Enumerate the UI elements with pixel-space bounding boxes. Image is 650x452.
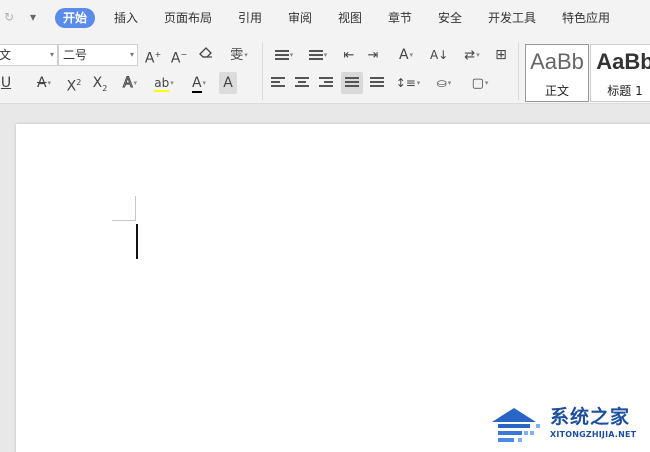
align-center-button[interactable] [294,72,310,94]
bullet-list-icon [274,49,289,61]
sort-button[interactable]: A↓ [430,44,448,66]
line-spacing-icon: ↕≡ [395,76,416,90]
superscript-button[interactable]: X2 [64,72,84,95]
style-label: 标题 1 [607,84,643,98]
tab-review[interactable]: 审阅 [288,8,312,28]
align-left-button[interactable] [270,72,286,94]
watermark: 系统之家 XITONGZHIJIA.NET [488,402,648,446]
paragraph-shading-button[interactable]: ⛀▾ [430,72,458,94]
align-center-icon [295,77,309,89]
chevron-down-icon: ▾ [416,79,421,87]
watermark-title: 系统之家 [550,406,631,428]
text-effect-icon: A [122,75,133,92]
chevron-down-icon: ▾ [49,50,54,59]
redo-icon[interactable]: ↻ [4,10,14,24]
highlighter-icon: ab [154,76,170,92]
underline-button[interactable]: U [0,72,12,94]
subscript-button[interactable]: X2 [90,72,110,94]
style-heading-1[interactable]: AaBb 标题 1 [590,44,650,102]
phonetic-guide-button[interactable]: 雯▾ [224,44,254,66]
chevron-down-icon: ▾ [476,51,480,59]
style-preview: AaBb [596,49,650,74]
chevron-down-icon: ▾ [202,79,207,87]
paint-bucket-icon: ⛀ [436,76,447,90]
text-effect-button[interactable]: A▾ [116,72,144,94]
tab-references[interactable]: 引用 [238,8,262,28]
margin-marker [135,196,136,221]
watermark-url: XITONGZHIJIA.NET [550,430,637,439]
numbered-list-icon [308,49,323,61]
separator [518,42,519,100]
style-normal[interactable]: AaBb 正文 [525,44,589,102]
document-area [0,104,650,452]
line-spacing-button[interactable]: ↕≡▾ [394,72,422,94]
outdent-icon: ⇤ [343,48,355,63]
line-break-button[interactable]: ⇄▾ [458,44,486,66]
chevron-down-icon: ▾ [244,51,248,59]
tab-insert[interactable]: 插入 [114,8,138,28]
phonetic-guide-icon: 雯 [230,48,244,63]
chevron-down-icon: ▾ [289,51,294,59]
distributed-align-icon [370,77,384,89]
clear-format-button[interactable] [196,44,216,66]
chevron-down-icon: ▾ [47,79,52,87]
chevron-down-icon: ▾ [133,79,138,87]
tab-special-apps[interactable]: 特色应用 [562,8,610,28]
tab-page-layout[interactable]: 页面布局 [164,8,212,28]
chevron-down-icon: ▾ [484,79,489,87]
font-name-select[interactable]: 文 ▾ [0,44,58,66]
align-left-icon [271,77,285,89]
chevron-down-icon: ▾ [409,51,414,59]
text-cursor [136,224,138,259]
font-size-select[interactable]: 二号 ▾ [58,44,138,66]
tab-chapter[interactable]: 章节 [388,8,412,28]
chevron-down-icon: ▾ [170,79,174,87]
justify-button[interactable] [341,72,363,94]
tab-security[interactable]: 安全 [438,8,462,28]
quick-access-dropdown-icon[interactable]: ▾ [30,10,36,24]
align-right-button[interactable] [318,72,334,94]
menu-bar: ↻ ▾ 开始 插入 页面布局 引用 审阅 视图 章节 安全 开发工具 特色应用 [0,0,650,36]
font-size-value: 二号 [63,48,88,62]
numbered-list-button[interactable]: ▾ [304,44,332,66]
style-label: 正文 [544,84,569,98]
font-name-value: 文 [0,48,12,62]
separator [262,42,263,100]
margin-marker [112,220,136,221]
font-color-icon: A [191,75,202,93]
chevron-down-icon: ▾ [323,51,328,59]
indent-icon: ⇥ [367,48,379,63]
chevron-down-icon: ▾ [129,50,134,59]
distributed-align-button[interactable] [368,72,386,94]
table-border-button[interactable]: ⊞ [492,44,510,66]
ribbon-toolbar: 文 ▾ 二号 ▾ A+ A− 雯▾ U A▾ X2 X2 A▾ ab▾ A▾ A… [0,36,650,137]
strikethrough-icon: A [36,75,47,91]
font-color-button[interactable]: A▾ [186,72,212,94]
decrease-indent-button[interactable]: ⇤ [340,44,358,66]
table-icon: ⊞ [495,47,507,63]
increase-font-size-button[interactable]: A+ [144,44,162,67]
increase-indent-button[interactable]: ⇥ [364,44,382,66]
border-icon: ▢ [471,76,484,91]
borders-button[interactable]: ▢▾ [466,72,494,94]
highlight-button[interactable]: ab▾ [150,72,178,94]
tab-view[interactable]: 视图 [338,8,362,28]
bullet-list-button[interactable]: ▾ [270,44,298,66]
strikethrough-button[interactable]: A▾ [30,72,58,94]
eraser-icon [199,47,212,58]
decrease-font-size-button[interactable]: A− [170,44,188,67]
character-shading-button[interactable]: A [219,72,237,94]
tab-developer-tools[interactable]: 开发工具 [488,8,536,28]
sort-icon: A↓ [430,48,449,62]
align-right-icon [319,77,333,89]
justify-icon [345,77,359,89]
change-case-button[interactable]: A▾ [392,44,420,66]
chevron-down-icon: ▾ [447,79,452,87]
site-logo-icon [492,408,540,442]
swap-icon: ⇄ [464,48,476,63]
tab-home[interactable]: 开始 [55,8,96,28]
style-preview: AaBb [530,49,584,74]
